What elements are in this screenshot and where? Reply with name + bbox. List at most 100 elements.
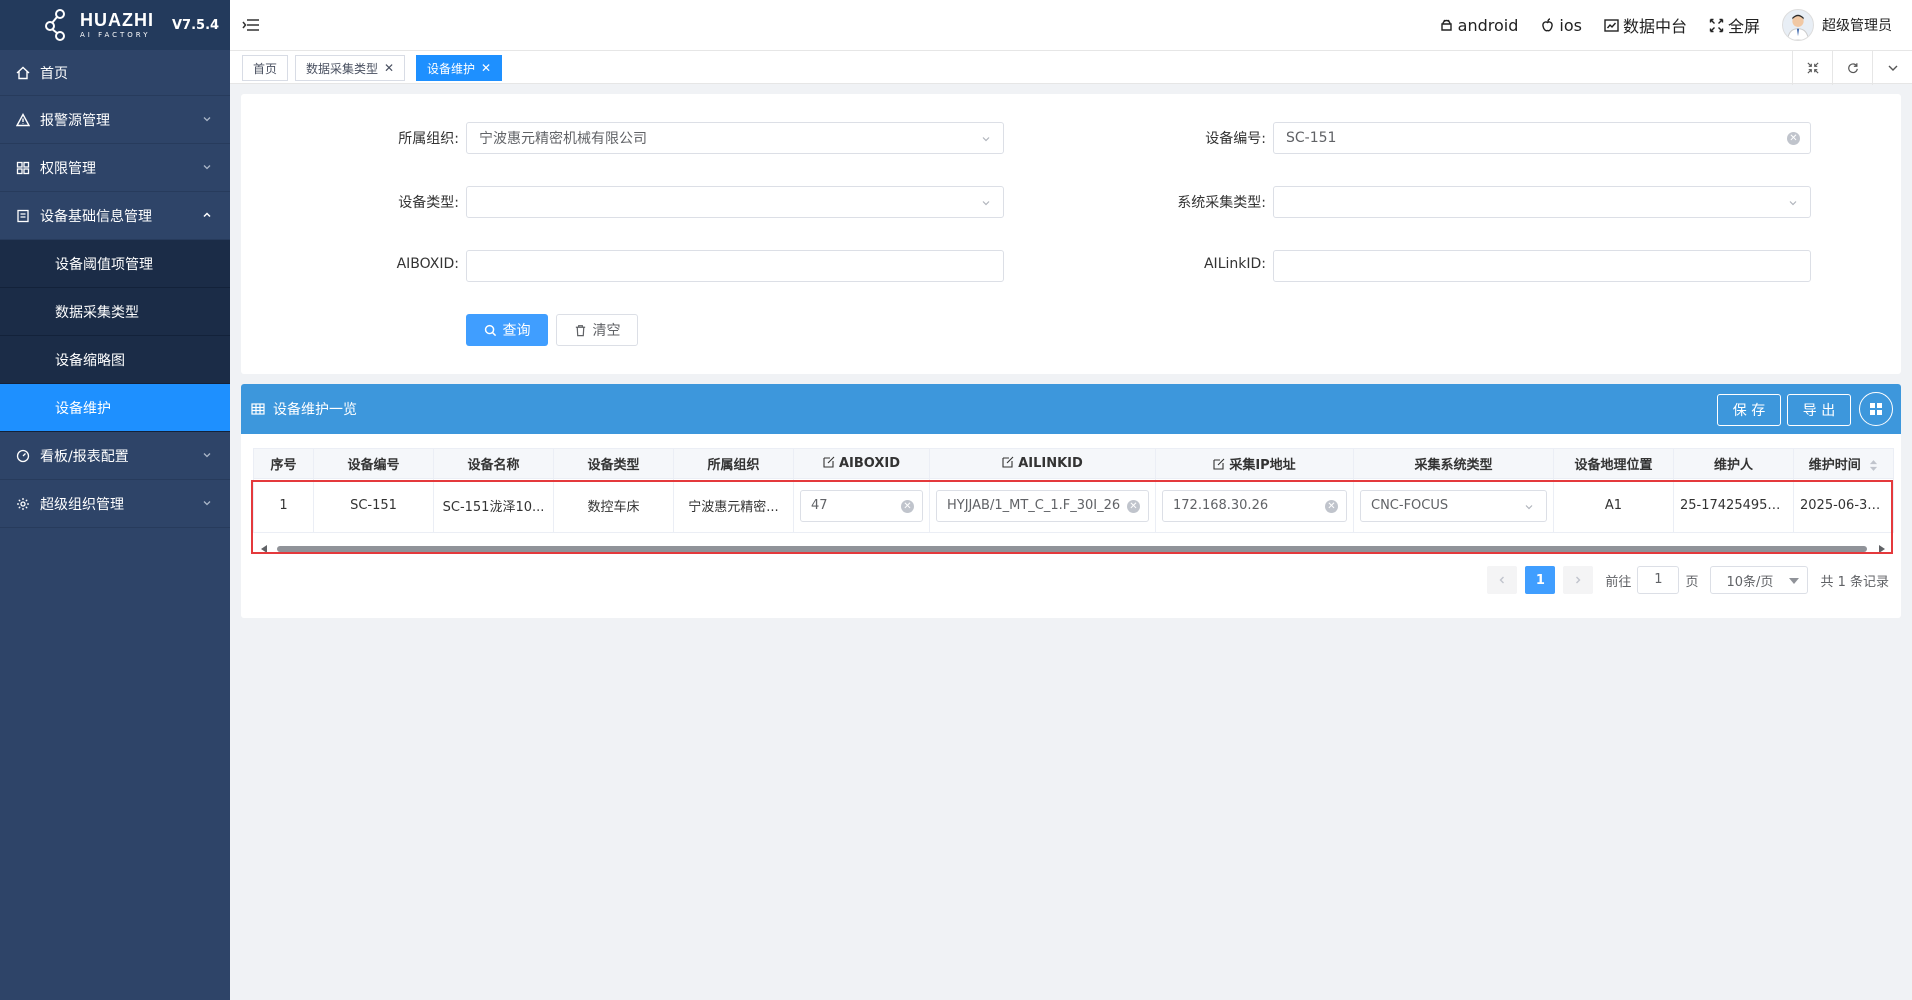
collapse-tabs-button[interactable] <box>1792 51 1832 85</box>
chevron-down-icon <box>982 201 990 206</box>
ip-cell-input[interactable]: 172.168.30.26 ✕ <box>1162 489 1347 522</box>
cell-device-type: 数控车床 <box>553 478 674 533</box>
collect-system-label: 系统采集类型: <box>1177 195 1266 211</box>
sidebar-item-alarm-source[interactable]: 报警源管理 <box>0 96 230 144</box>
chevron-down-icon <box>1525 504 1533 509</box>
table-header-row: 序号 设备编号 设备名称 设备类型 所属组织 AIBOXID AILINKID … <box>253 448 1894 479</box>
org-select[interactable]: 宁波惠元精密机械有限公司 <box>466 122 1004 154</box>
sidebar-item-dashboard[interactable]: 看板/报表配置 <box>0 432 230 480</box>
goto-page-input[interactable]: 1 <box>1637 566 1680 594</box>
refresh-icon <box>1847 63 1858 74</box>
sidebar-item-label: 首页 <box>40 65 68 82</box>
query-button[interactable]: 查询 <box>466 314 548 346</box>
chart-icon <box>1604 18 1619 33</box>
user-menu[interactable]: 超级管理员 <box>1782 9 1892 41</box>
device-type-select[interactable] <box>466 186 1004 218</box>
col-collect-system: 采集系统类型 <box>1353 448 1554 479</box>
next-page-button[interactable] <box>1563 566 1594 594</box>
col-device-code: 设备编号 <box>313 448 434 479</box>
table-icon <box>251 402 265 416</box>
cell-maintain-time: 2025-06-30 11... <box>1793 478 1894 533</box>
chevron-down-icon <box>982 137 990 142</box>
search-icon <box>484 324 496 336</box>
cell-device-code: SC-151 <box>313 478 434 533</box>
data-center-link[interactable]: 数据中台 <box>1604 13 1687 37</box>
clear-icon[interactable]: ✕ <box>1787 132 1800 145</box>
save-button[interactable]: 保 存 <box>1717 394 1781 426</box>
col-device-type: 设备类型 <box>553 448 674 479</box>
col-device-name: 设备名称 <box>433 448 554 479</box>
table-row[interactable]: 1 SC-151 SC-151泷泽10... 数控车床 宁波惠元精密... 47… <box>253 478 1894 533</box>
ios-link[interactable]: ios <box>1540 16 1582 35</box>
sidebar-subitem-threshold[interactable]: 设备阈值项管理 <box>0 240 230 288</box>
export-button[interactable]: 导 出 <box>1787 394 1851 426</box>
sidebar-item-label: 设备基础信息管理 <box>40 208 152 225</box>
sidebar-subitem-thumbnail[interactable]: 设备缩略图 <box>0 336 230 384</box>
ailink-label: AILinkID: <box>1203 256 1266 272</box>
sidebar-item-permission[interactable]: 权限管理 <box>0 144 230 192</box>
goto-prefix: 前往 <box>1605 574 1632 590</box>
clear-button[interactable]: 清空 <box>556 314 638 346</box>
pagination: 1 前往 1 页 10条/页 共 1 条记录 <box>1479 566 1889 594</box>
menu-toggle-icon[interactable] <box>242 17 260 33</box>
page-1-button[interactable]: 1 <box>1525 566 1556 594</box>
fullscreen-button[interactable]: 全屏 <box>1709 13 1760 37</box>
logo-brand: HUAZHI <box>80 10 154 30</box>
chevron-down-icon <box>1888 65 1897 71</box>
horizontal-scrollbar[interactable] <box>253 544 1893 554</box>
aibox-label: AIBOXID: <box>396 256 459 272</box>
col-maintain-time[interactable]: 维护时间 <box>1793 448 1894 479</box>
col-location: 设备地理位置 <box>1553 448 1674 479</box>
close-icon[interactable]: ✕ <box>384 61 394 75</box>
close-icon[interactable]: ✕ <box>481 61 491 75</box>
sidebar-subitem-maintenance[interactable]: 设备维护 <box>0 384 230 432</box>
android-link[interactable]: android <box>1439 16 1518 35</box>
sidebar-item-label: 报警源管理 <box>40 112 110 129</box>
sort-icon[interactable] <box>1869 459 1878 472</box>
chevron-right-icon <box>1576 576 1581 584</box>
cell-index: 1 <box>253 478 314 533</box>
chevron-down-icon <box>203 117 211 122</box>
aibox-input[interactable] <box>466 250 1004 282</box>
scroll-left-icon[interactable] <box>261 545 267 553</box>
grid-icon <box>1870 403 1882 415</box>
column-settings-button[interactable] <box>1859 392 1893 426</box>
device-code-input[interactable]: SC-151 ✕ <box>1273 122 1811 154</box>
table-panel-header: 设备维护一览 保 存 导 出 <box>241 384 1901 434</box>
cell-maintainer: 25-174254955... <box>1673 478 1794 533</box>
device-code-label: 设备编号: <box>1205 131 1266 147</box>
sidebar-item-super-org[interactable]: 超级组织管理 <box>0 480 230 528</box>
ailink-input[interactable] <box>1273 250 1811 282</box>
collect-system-cell-select[interactable]: CNC-FOCUS <box>1360 489 1547 522</box>
collect-system-select[interactable] <box>1273 186 1811 218</box>
document-icon <box>16 209 30 223</box>
clear-icon[interactable]: ✕ <box>1127 499 1140 513</box>
edit-icon <box>823 456 835 468</box>
sidebar-item-home[interactable]: 首页 <box>0 50 230 96</box>
tab-maintenance[interactable]: 设备维护 ✕ <box>416 55 503 81</box>
scroll-right-icon[interactable] <box>1879 545 1885 553</box>
cell-device-name: SC-151泷泽10... <box>433 478 554 533</box>
aibox-cell-input[interactable]: 47 ✕ <box>800 489 923 522</box>
page-size-select[interactable]: 10条/页 <box>1710 566 1809 594</box>
sidebar-item-device-info[interactable]: 设备基础信息管理 <box>0 192 230 240</box>
col-aibox: AIBOXID <box>793 448 930 479</box>
chevron-down-icon <box>203 165 211 170</box>
cell-location: A1 <box>1553 478 1674 533</box>
clear-icon[interactable]: ✕ <box>1325 499 1338 513</box>
scrollbar-thumb[interactable] <box>277 546 1867 552</box>
cell-org: 宁波惠元精密... <box>673 478 794 533</box>
clear-icon[interactable]: ✕ <box>901 499 914 513</box>
refresh-button[interactable] <box>1832 51 1872 85</box>
prev-page-button[interactable] <box>1487 566 1518 594</box>
sidebar-subitem-collect-type[interactable]: 数据采集类型 <box>0 288 230 336</box>
tab-collect-type[interactable]: 数据采集类型 ✕ <box>295 55 406 81</box>
tab-home[interactable]: 首页 <box>242 55 289 81</box>
warning-icon <box>16 112 30 127</box>
tabs-dropdown-button[interactable] <box>1872 51 1912 85</box>
android-icon <box>1439 18 1454 33</box>
logo[interactable]: HUAZHI AI FACTORY V7.5.4 <box>0 0 230 50</box>
sidebar-item-label: 权限管理 <box>40 160 96 177</box>
ailink-cell-input[interactable]: HYJJAB/1_MT_C_1.F_30I_26 ✕ <box>936 489 1149 522</box>
sidebar: HUAZHI AI FACTORY V7.5.4 首页 报警源管理 权限管理 设… <box>0 0 230 1000</box>
